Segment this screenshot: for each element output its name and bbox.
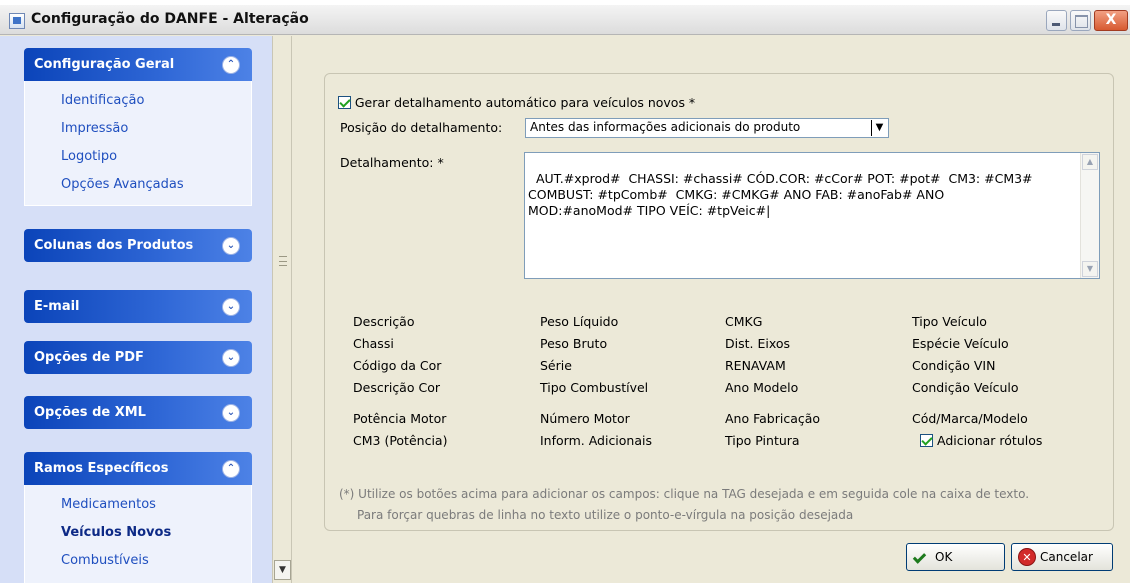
chevron-double-down-icon[interactable]: ⌄ bbox=[222, 404, 240, 422]
sidebar-item-impressao[interactable]: Impressão bbox=[61, 115, 251, 143]
grip-icon bbox=[279, 256, 287, 266]
group-title: Configuração Geral bbox=[34, 57, 175, 72]
tag-numero-motor[interactable]: Número Motor bbox=[540, 411, 630, 426]
group-title: Colunas dos Produtos bbox=[34, 238, 194, 253]
group-header-email[interactable]: E-mail ⌄ bbox=[24, 290, 252, 323]
settings-panel bbox=[324, 73, 1114, 531]
window-title: Configuração do DANFE - Alteração bbox=[31, 11, 309, 27]
scroll-up-icon[interactable]: ▲ bbox=[1082, 154, 1098, 170]
tag-serie[interactable]: Série bbox=[540, 358, 572, 373]
group-header-opcoes-pdf[interactable]: Opções de PDF ⌄ bbox=[24, 341, 252, 374]
position-select[interactable]: Antes das informações adicionais do prod… bbox=[525, 118, 889, 138]
tag-especie-veiculo[interactable]: Espécie Veículo bbox=[912, 336, 1009, 351]
group-header-configuracao-geral[interactable]: Configuração Geral ⌃ bbox=[24, 48, 252, 81]
group-colunas-produtos: Colunas dos Produtos ⌄ bbox=[24, 229, 252, 262]
position-select-value: Antes das informações adicionais do prod… bbox=[530, 120, 801, 134]
help-note-line-2: Para forçar quebras de linha no texto ut… bbox=[357, 508, 854, 522]
group-title: Opções de PDF bbox=[34, 350, 144, 365]
tag-cmkg[interactable]: CMKG bbox=[725, 314, 762, 329]
sidebar-item-logotipo[interactable]: Logotipo bbox=[61, 143, 251, 171]
cancel-button[interactable]: ✕ Cancelar bbox=[1011, 543, 1113, 571]
group-configuracao-geral: Configuração Geral ⌃ Identificação Impre… bbox=[24, 48, 252, 206]
ok-button-label: OK bbox=[935, 550, 953, 564]
group-opcoes-pdf: Opções de PDF ⌄ bbox=[24, 341, 252, 374]
textarea-scrollbar[interactable]: ▲ ▼ bbox=[1080, 153, 1099, 278]
ok-button[interactable]: OK bbox=[906, 543, 1005, 571]
group-title: Ramos Específicos bbox=[34, 461, 169, 476]
group-email: E-mail ⌄ bbox=[24, 290, 252, 323]
app-icon bbox=[9, 13, 25, 29]
tag-tipo-pintura[interactable]: Tipo Pintura bbox=[725, 433, 800, 448]
chevron-double-up-icon[interactable]: ⌃ bbox=[222, 460, 240, 478]
tag-tipo-veiculo[interactable]: Tipo Veículo bbox=[912, 314, 987, 329]
auto-detail-checkbox[interactable] bbox=[338, 96, 351, 109]
group-header-colunas-produtos[interactable]: Colunas dos Produtos ⌄ bbox=[24, 229, 252, 262]
tag-codigo-cor[interactable]: Código da Cor bbox=[353, 358, 441, 373]
chevron-double-down-icon[interactable]: ⌄ bbox=[222, 349, 240, 367]
group-header-ramos-especificos[interactable]: Ramos Específicos ⌃ bbox=[24, 452, 252, 485]
tag-chassi[interactable]: Chassi bbox=[353, 336, 394, 351]
chevron-double-down-icon[interactable]: ⌄ bbox=[222, 298, 240, 316]
maximize-button[interactable] bbox=[1070, 10, 1091, 31]
tag-tipo-combustivel[interactable]: Tipo Combustível bbox=[540, 380, 648, 395]
sidebar: Configuração Geral ⌃ Identificação Impre… bbox=[0, 36, 272, 583]
group-title: E-mail bbox=[34, 299, 80, 314]
sidebar-item-veiculos-novos[interactable]: Veículos Novos bbox=[61, 519, 251, 547]
auto-detail-label: Gerar detalhamento automático para veícu… bbox=[354, 95, 696, 110]
group-opcoes-xml: Opções de XML ⌄ bbox=[24, 396, 252, 429]
tag-condicao-veiculo[interactable]: Condição Veículo bbox=[912, 380, 1019, 395]
detail-textarea[interactable]: AUT.#xprod# CHASSI: #chassi# CÓD.COR: #c… bbox=[524, 152, 1100, 279]
cancel-x-icon: ✕ bbox=[1018, 548, 1036, 566]
group-body-configuracao-geral: Identificação Impressão Logotipo Opções … bbox=[24, 81, 252, 206]
detail-text: AUT.#xprod# CHASSI: #chassi# CÓD.COR: #c… bbox=[528, 171, 1033, 218]
title-bar: Configuração do DANFE - Alteração X bbox=[0, 5, 1130, 35]
dropdown-arrow-icon[interactable]: ▼ bbox=[871, 120, 887, 136]
close-button[interactable]: X bbox=[1094, 10, 1128, 31]
tag-descricao[interactable]: Descrição bbox=[353, 314, 415, 329]
tag-inform-adicionais[interactable]: Inform. Adicionais bbox=[540, 433, 652, 448]
group-title: Opções de XML bbox=[34, 405, 146, 420]
tag-potencia-motor[interactable]: Potência Motor bbox=[353, 411, 446, 426]
scroll-down-button[interactable]: ▼ bbox=[274, 560, 291, 580]
sidebar-item-medicamentos[interactable]: Medicamentos bbox=[61, 491, 251, 519]
detail-label: Detalhamento: * bbox=[340, 155, 444, 170]
position-label: Posição do detalhamento: bbox=[340, 120, 503, 135]
help-note-line-1: (*) Utilize os botões acima para adicion… bbox=[339, 487, 1030, 501]
tag-cod-marca-modelo[interactable]: Cód/Marca/Modelo bbox=[912, 411, 1028, 426]
tag-peso-bruto[interactable]: Peso Bruto bbox=[540, 336, 607, 351]
auto-detail-option[interactable]: Gerar detalhamento automático para veícu… bbox=[338, 95, 695, 110]
group-header-opcoes-xml[interactable]: Opções de XML ⌄ bbox=[24, 396, 252, 429]
sidebar-item-identificacao[interactable]: Identificação bbox=[61, 87, 251, 115]
sidebar-item-opcoes-avancadas[interactable]: Opções Avançadas bbox=[61, 171, 251, 199]
cancel-button-label: Cancelar bbox=[1040, 550, 1093, 564]
tag-descricao-cor[interactable]: Descrição Cor bbox=[353, 380, 440, 395]
sidebar-item-combustiveis[interactable]: Combustíveis bbox=[61, 547, 251, 575]
chevron-double-down-icon[interactable]: ⌄ bbox=[222, 237, 240, 255]
tag-dist-eixos[interactable]: Dist. Eixos bbox=[725, 336, 790, 351]
tag-condicao-vin[interactable]: Condição VIN bbox=[912, 358, 995, 373]
group-ramos-especificos: Ramos Específicos ⌃ Medicamentos Veículo… bbox=[24, 452, 252, 583]
chevron-double-up-icon[interactable]: ⌃ bbox=[222, 56, 240, 74]
scroll-down-icon[interactable]: ▼ bbox=[1082, 261, 1098, 277]
tag-cm3-potencia[interactable]: CM3 (Potência) bbox=[353, 433, 447, 448]
add-labels-option[interactable]: Adicionar rótulos bbox=[920, 433, 1042, 448]
tag-ano-modelo[interactable]: Ano Modelo bbox=[725, 380, 798, 395]
tag-ano-fabricacao[interactable]: Ano Fabricação bbox=[725, 411, 820, 426]
tag-peso-liquido[interactable]: Peso Líquido bbox=[540, 314, 618, 329]
add-labels-checkbox[interactable] bbox=[920, 434, 933, 447]
minimize-button[interactable] bbox=[1046, 10, 1067, 31]
sidebar-splitter[interactable]: ▼ bbox=[272, 36, 292, 583]
add-labels-label: Adicionar rótulos bbox=[936, 433, 1043, 448]
checkmark-icon bbox=[912, 550, 927, 564]
tag-renavam[interactable]: RENAVAM bbox=[725, 358, 786, 373]
group-body-ramos-especificos: Medicamentos Veículos Novos Combustíveis bbox=[24, 485, 252, 583]
